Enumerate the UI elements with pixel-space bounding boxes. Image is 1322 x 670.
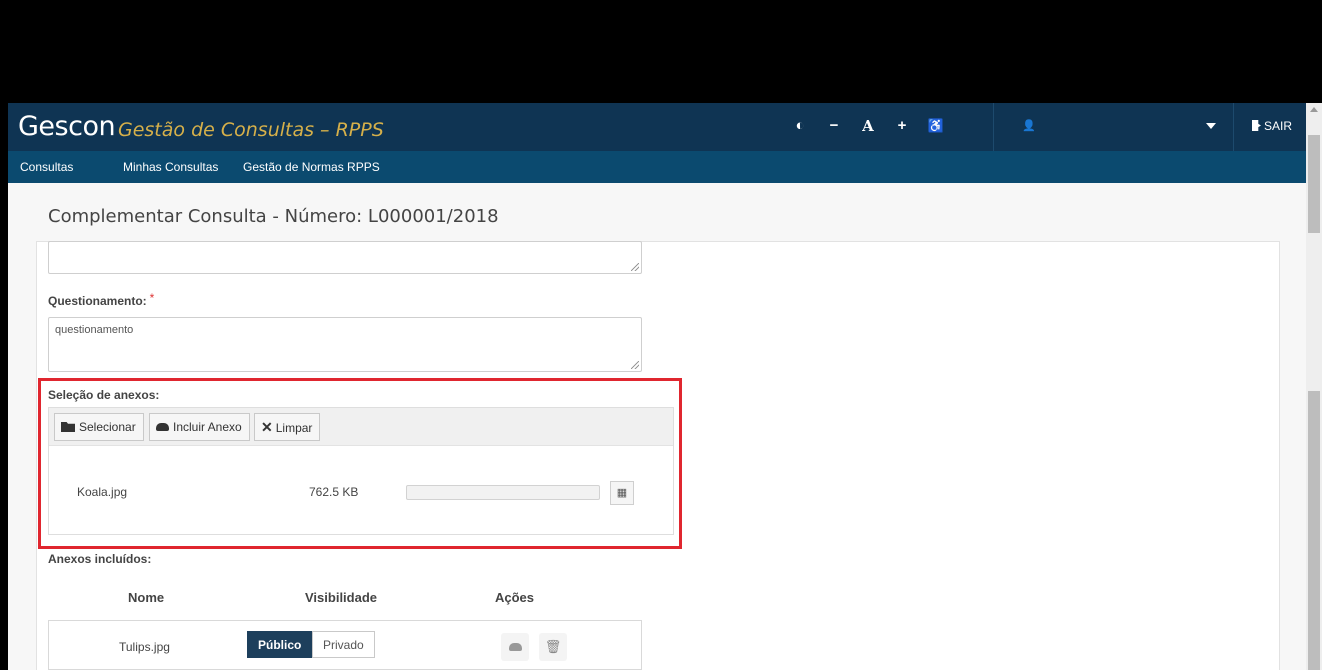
column-header-acoes: Ações: [495, 590, 535, 605]
included-attachments-label: Anexos incluídos:: [48, 552, 152, 566]
questionamento-value: questionamento: [55, 324, 134, 336]
font-increase-icon[interactable]: +: [892, 116, 912, 136]
trash-icon: 🗑: [544, 639, 562, 654]
main-nav: Consultas Minhas Consultas Gestão de Nor…: [8, 151, 1306, 183]
file-upload-widget: Selecionar Incluir Anexo ✕ Limpar Koala.j…: [48, 407, 674, 535]
remove-file-button[interactable]: ▦: [610, 481, 634, 505]
nav-item-minhas-consultas[interactable]: Minhas Consultas: [123, 160, 218, 174]
trash-icon: ▦: [616, 487, 628, 499]
header-divider: [1233, 103, 1234, 151]
clear-button-label: Limpar: [275, 421, 313, 435]
nav-item-consultas[interactable]: Consultas: [20, 160, 73, 174]
font-decrease-icon[interactable]: −: [824, 116, 844, 136]
visibility-private-toggle[interactable]: Privado: [312, 631, 375, 658]
questionamento-textarea[interactable]: questionamento: [48, 317, 642, 372]
upload-toolbar: Selecionar Incluir Anexo ✕ Limpar: [49, 408, 673, 446]
column-header-nome: Nome: [128, 590, 165, 605]
visibility-public-toggle[interactable]: Público: [247, 631, 313, 658]
pending-file-name: Koala.jpg: [77, 485, 128, 499]
contrast-icon[interactable]: ◐: [790, 116, 810, 136]
user-menu-chevron-down-icon[interactable]: [1206, 123, 1216, 129]
folder-icon: [61, 422, 75, 432]
select-button[interactable]: Selecionar: [54, 413, 144, 441]
questionamento-label: Questionamento: *: [48, 291, 155, 308]
column-header-visibilidade: Visibilidade: [305, 590, 378, 605]
logout-label: SAIR: [1264, 119, 1293, 133]
page-title: Complementar Consulta - Número: L000001/…: [48, 206, 499, 227]
upload-progress-bar: [406, 485, 600, 500]
header-divider: [993, 103, 994, 151]
download-button[interactable]: [501, 633, 529, 661]
page-scrollbar[interactable]: [1306, 103, 1322, 670]
nav-item-gestao-normas[interactable]: Gestão de Normas RPPS: [243, 160, 380, 174]
previous-textarea[interactable]: [48, 241, 642, 274]
questionamento-label-text: Questionamento:: [48, 294, 147, 308]
cloud-download-icon: [508, 643, 522, 651]
font-reset-icon[interactable]: A: [858, 116, 878, 136]
user-icon[interactable]: 👤: [1019, 116, 1039, 136]
app-window: Gescon Gestão de Consultas – RPPS ◐ − A …: [8, 103, 1306, 670]
resize-grip[interactable]: [631, 361, 639, 369]
accessibility-icon[interactable]: ♿: [926, 116, 946, 136]
attachments-label: Seleção de anexos:: [48, 388, 160, 402]
clear-button[interactable]: ✕ Limpar: [254, 413, 321, 441]
close-icon: ✕: [261, 419, 273, 435]
include-button-label: Incluir Anexo: [173, 420, 242, 434]
attachment-name: Tulips.jpg: [119, 640, 170, 654]
resize-grip[interactable]: [631, 263, 639, 271]
logout-button[interactable]: SAIR: [1252, 119, 1292, 133]
required-mark: *: [149, 291, 155, 305]
cloud-upload-icon: [156, 423, 169, 431]
logout-icon: [1252, 120, 1261, 131]
scrollbar-thumb[interactable]: [1308, 135, 1320, 233]
scrollbar-thumb[interactable]: [1308, 391, 1320, 670]
table-row: Tulips.jpg Público Privado 🗑: [48, 620, 642, 670]
brand-subtitle: Gestão de Consultas – RPPS: [118, 119, 384, 141]
brand-logo: Gescon: [18, 111, 116, 142]
select-button-label: Selecionar: [79, 420, 136, 434]
delete-button[interactable]: 🗑: [539, 633, 567, 661]
top-header: Gescon Gestão de Consultas – RPPS ◐ − A …: [8, 103, 1306, 151]
pending-file-size: 762.5 KB: [309, 485, 359, 499]
scroll-up-arrow-icon[interactable]: [1310, 107, 1318, 112]
include-attachment-button[interactable]: Incluir Anexo: [149, 413, 250, 441]
